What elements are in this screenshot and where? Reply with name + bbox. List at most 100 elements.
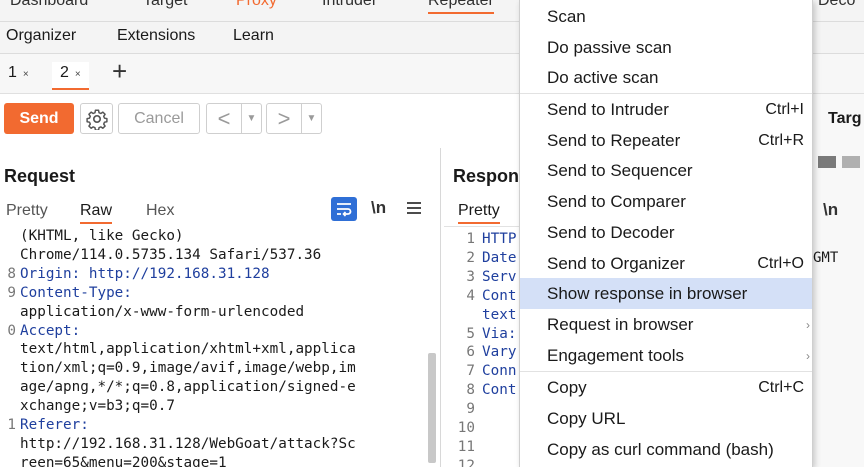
tab-proxy[interactable]: Proxy [236, 0, 277, 10]
code-line: Cont [482, 287, 517, 304]
layout-icon[interactable] [818, 156, 836, 168]
line-number: 4 [466, 287, 475, 304]
request-tab-raw[interactable]: Raw [80, 202, 113, 224]
tab-decoder[interactable]: Deco [818, 0, 855, 10]
tab-repeater[interactable]: Repeater [428, 0, 494, 14]
send-button[interactable]: Send [4, 103, 74, 134]
line-number: 0 [7, 322, 16, 339]
code-line: Conn [482, 363, 517, 380]
repeater-tab-label: 2 [60, 64, 69, 81]
right-pane-fragment [812, 94, 864, 467]
code-line: Referer: [20, 417, 89, 433]
forward-arrow-icon[interactable]: > [267, 105, 301, 133]
menu-item-send-to-decoder[interactable]: Send to Decoder [520, 217, 812, 248]
menu-item-send-to-intruder[interactable]: Send to Intruder Ctrl+I [520, 94, 812, 125]
code-line: application/x-www-form-urlencoded [20, 303, 305, 320]
line-number: 5 [466, 325, 475, 342]
tab-extensions[interactable]: Extensions [117, 27, 195, 45]
menu-item-label: Copy URL [547, 408, 626, 428]
menu-item-engagement-tools[interactable]: Engagement tools › [520, 340, 812, 371]
tab-dashboard[interactable]: Dashboard [10, 0, 88, 10]
code-line: reen=65&menu=200&stage=1 [20, 454, 227, 467]
forward-button-group: > ▼ [266, 103, 322, 134]
back-button-group: < ▼ [206, 103, 262, 134]
repeater-tab-label: 1 [8, 64, 17, 81]
tab-target[interactable]: Target [143, 0, 187, 10]
code-line: tion/xml;q=0.9,image/avif,image/webp,im [20, 360, 356, 377]
menu-item-label: Do passive scan [547, 37, 672, 57]
line-number: 11 [457, 438, 475, 455]
back-dropdown-icon[interactable]: ▼ [241, 104, 261, 133]
menu-button[interactable] [406, 201, 422, 220]
newline-toggle-icon[interactable]: \n [371, 198, 386, 218]
code-line: http://192.168.31.128/WebGoat/attack?Sc [20, 435, 356, 452]
line-number: 3 [466, 268, 475, 285]
request-scrollbar[interactable] [428, 353, 436, 463]
menu-item-request-in-browser[interactable]: Request in browser › [520, 309, 812, 340]
code-line: text [482, 306, 517, 323]
repeater-tab-1[interactable]: 1 × [0, 62, 37, 90]
layout-icon[interactable] [842, 156, 860, 168]
line-number: 6 [466, 344, 475, 361]
newline-toggle-icon[interactable]: \n [823, 200, 838, 220]
menu-separator [520, 371, 812, 372]
chevron-right-icon: › [806, 317, 810, 332]
code-line: Serv [482, 268, 517, 285]
response-tab-pretty[interactable]: Pretty [458, 202, 500, 224]
menu-item-label: Copy as curl command (bash) [547, 439, 774, 459]
code-line: Accept: [20, 322, 81, 339]
response-editor[interactable]: 1 HTTP 2 Date 3 Serv 4 Cont text 5 Via: 6 Vary 7 Conn 8… [455, 230, 519, 467]
menu-item-label: Send to Decoder [547, 222, 675, 242]
word-wrap-button[interactable] [331, 197, 357, 221]
shortcut-hint: Ctrl+O [757, 254, 804, 272]
tab-organizer[interactable]: Organizer [6, 27, 76, 45]
menu-item-send-to-comparer[interactable]: Send to Comparer [520, 186, 812, 217]
menu-item-copy-url[interactable]: Copy URL [520, 403, 812, 434]
context-menu: Scan Do passive scan Do active scan Send to… [519, 0, 813, 467]
menu-item-send-to-organizer[interactable]: Send to Organizer Ctrl+O [520, 248, 812, 279]
line-number: 8 [466, 382, 475, 399]
menu-item-label: Engagement tools [547, 345, 685, 365]
close-icon[interactable]: × [23, 69, 29, 80]
response-title: Respon [453, 166, 520, 186]
code-line: xchange;v=b3;q=0.7 [20, 398, 175, 415]
line-number: 7 [466, 363, 475, 380]
menu-item-show-response-in-browser[interactable]: Show response in browser [520, 278, 812, 309]
code-line: Chrome/114.0.5735.134 Safari/537.36 [20, 246, 322, 263]
line-number: 10 [457, 420, 475, 436]
tab-learn[interactable]: Learn [233, 27, 274, 45]
code-line: HTTP [482, 231, 517, 247]
settings-button[interactable] [80, 103, 113, 134]
cancel-button[interactable]: Cancel [118, 103, 200, 134]
line-number: 9 [466, 401, 475, 418]
menu-item-send-to-sequencer[interactable]: Send to Sequencer [520, 155, 812, 186]
forward-dropdown-icon[interactable]: ▼ [301, 104, 321, 133]
back-arrow-icon[interactable]: < [207, 105, 241, 133]
request-tab-hex[interactable]: Hex [146, 202, 174, 220]
shortcut-hint: Ctrl+R [758, 131, 804, 149]
line-number: 8 [7, 265, 16, 282]
shortcut-hint: Ctrl+I [765, 100, 804, 118]
menu-item-do-passive-scan[interactable]: Do passive scan [520, 32, 812, 63]
line-number: 12 [457, 457, 475, 467]
gmt-fragment: GMT [813, 250, 839, 266]
close-icon[interactable]: × [75, 69, 81, 80]
menu-item-label: Send to Comparer [547, 191, 686, 211]
menu-item-scan[interactable]: Scan [520, 1, 812, 32]
add-tab-icon[interactable]: + [112, 58, 127, 84]
target-label: Targ [828, 110, 862, 127]
request-editor[interactable]: (KHTML, like Gecko) Chrome/114.0.5735.134… [0, 224, 428, 467]
code-line: Date [482, 249, 517, 266]
menu-item-label: Send to Organizer [547, 253, 685, 273]
repeater-tab-2[interactable]: 2 × [52, 62, 89, 90]
menu-item-label: Request in browser [547, 314, 694, 334]
code-line: Content-Type: [20, 284, 132, 301]
menu-item-do-active-scan[interactable]: Do active scan [520, 62, 812, 93]
tab-intruder[interactable]: Intruder [322, 0, 377, 10]
menu-item-copy[interactable]: Copy Ctrl+C [520, 372, 812, 403]
request-tab-pretty[interactable]: Pretty [6, 202, 48, 220]
code-line: text/html,application/xhtml+xml,applica [20, 341, 356, 358]
menu-item-send-to-repeater[interactable]: Send to Repeater Ctrl+R [520, 125, 812, 156]
hamburger-icon [407, 202, 421, 214]
menu-item-copy-as-curl-command-bash[interactable]: Copy as curl command (bash) [520, 434, 812, 465]
